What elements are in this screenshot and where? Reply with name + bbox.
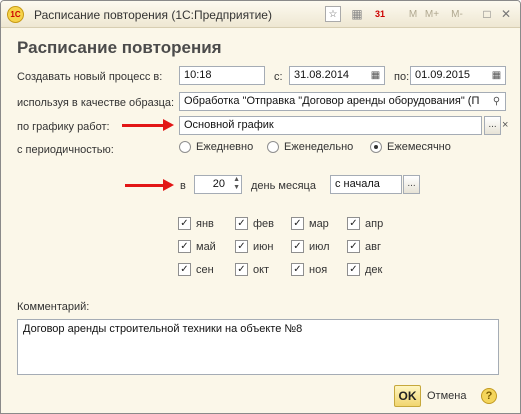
comment-label: Комментарий: (17, 301, 90, 313)
checkbox-box[interactable]: ✓ (347, 263, 360, 276)
dialog-window: 1С Расписание повторения (1С:Предприятие… (0, 0, 521, 414)
comment-field[interactable]: Договор аренды строительной техники на о… (17, 319, 499, 375)
title-bar: 1С Расписание повторения (1С:Предприятие… (1, 1, 520, 28)
month-label: окт (253, 263, 270, 276)
from-date-field[interactable]: 31.08.2014 ▦ (289, 66, 385, 85)
close-window-button[interactable]: ✕ (497, 5, 515, 23)
app-logo-icon: 1С (7, 6, 24, 23)
schedule-select-button[interactable]: ... (484, 116, 501, 135)
month-checkbox[interactable]: ✓ янв (178, 217, 214, 230)
window-title: Расписание повторения (1С:Предприятие) (34, 8, 272, 22)
month-checkbox[interactable]: ✓ сен (178, 263, 214, 276)
from-label: с: (274, 71, 283, 83)
memory-minus-icon[interactable]: M- (449, 7, 465, 23)
month-label: апр (365, 217, 384, 230)
radio-weekly[interactable]: Еженедельно (267, 141, 353, 153)
checkbox-box[interactable]: ✓ (235, 240, 248, 253)
page-title: Расписание повторения (17, 38, 222, 57)
checkbox-box[interactable]: ✓ (291, 217, 304, 230)
month-checkbox[interactable]: ✓ апр (347, 217, 383, 230)
calendar-icon[interactable]: 31 (372, 6, 388, 22)
checkbox-box[interactable]: ✓ (178, 217, 191, 230)
schedule-clear-icon[interactable]: × (502, 119, 508, 131)
month-label: янв (196, 217, 214, 230)
month-checkbox[interactable]: ✓ июн (235, 240, 273, 253)
memory-m-icon[interactable]: M (405, 7, 421, 23)
month-label: май (196, 240, 216, 253)
schedule-label: по графику работ: (17, 121, 110, 133)
create-label: Создавать новый процесс в: (17, 71, 163, 83)
sample-value: Обработка "Отправка "Договор аренды обор… (184, 95, 480, 107)
checkbox-box[interactable]: ✓ (235, 217, 248, 230)
radio-weekly-label: Еженедельно (284, 141, 354, 153)
radio-monthly-label: Ежемесячно (387, 141, 451, 153)
ok-button[interactable]: OK (394, 385, 421, 407)
month-checkbox[interactable]: ✓ ноя (291, 263, 327, 276)
month-checkbox[interactable]: ✓ мар (291, 217, 329, 230)
radio-daily-label: Ежедневно (196, 141, 254, 153)
search-icon[interactable]: ⚲ (489, 94, 504, 109)
time-field[interactable]: 10:18 (179, 66, 265, 85)
checkbox-box[interactable]: ✓ (235, 263, 248, 276)
help-icon[interactable]: ? (481, 388, 497, 404)
month-checkbox[interactable]: ✓ май (178, 240, 216, 253)
checkbox-box[interactable]: ✓ (178, 240, 191, 253)
month-label: июн (253, 240, 274, 253)
checkbox-box[interactable]: ✓ (347, 240, 360, 253)
checkbox-box[interactable]: ✓ (347, 217, 360, 230)
month-checkbox[interactable]: ✓ окт (235, 263, 269, 276)
month-label: сен (196, 263, 214, 276)
month-checkbox[interactable]: ✓ фев (235, 217, 274, 230)
radio-monthly-dot (370, 141, 382, 153)
month-checkbox[interactable]: ✓ дек (347, 263, 382, 276)
month-label: ноя (309, 263, 328, 276)
schedule-value: Основной график (184, 119, 274, 131)
day-prefix-label: в (180, 180, 186, 192)
day-value: 20 (212, 178, 225, 190)
memory-plus-icon[interactable]: M+ (424, 7, 440, 23)
to-date-field[interactable]: 01.09.2015 ▦ (410, 66, 506, 85)
cancel-button[interactable]: Отмена (427, 390, 466, 402)
radio-daily[interactable]: Ежедневно (179, 141, 253, 153)
radio-daily-dot (179, 141, 191, 153)
to-label: по: (394, 71, 410, 83)
month-checkbox[interactable]: ✓ авг (347, 240, 381, 253)
day-suffix-label: день месяца (251, 180, 316, 192)
periodicity-label: с периодичностью: (17, 144, 114, 156)
from-start-field[interactable]: с начала (330, 175, 402, 194)
month-label: мар (309, 217, 329, 230)
month-checkbox[interactable]: ✓ июл (291, 240, 330, 253)
favorite-star-icon[interactable]: ☆ (325, 6, 341, 22)
radio-weekly-dot (267, 141, 279, 153)
spinner-arrows-icon[interactable]: ▲ ▼ (233, 176, 240, 192)
sample-label: используя в качестве образца: (17, 97, 175, 109)
red-arrow-schedule (122, 119, 174, 131)
radio-monthly[interactable]: Ежемесячно (370, 141, 451, 153)
from-date-value: 31.08.2014 (294, 69, 350, 81)
red-arrow-day (125, 179, 174, 191)
month-label: авг (365, 240, 381, 253)
comment-value: Договор аренды строительной техники на о… (23, 323, 303, 335)
month-label: фев (253, 217, 275, 230)
calendar-picker-icon[interactable]: ▦ (489, 68, 504, 83)
sample-field[interactable]: Обработка "Отправка "Договор аренды обор… (179, 92, 506, 111)
month-label: июл (309, 240, 330, 253)
schedule-field[interactable]: Основной график (179, 116, 482, 135)
to-date-value: 01.09.2015 (415, 69, 471, 81)
restore-window-button[interactable]: □ (478, 5, 496, 23)
day-spinner[interactable]: 20 ▲ ▼ (194, 175, 242, 194)
checkbox-box[interactable]: ✓ (291, 263, 304, 276)
checkbox-box[interactable]: ✓ (178, 263, 191, 276)
month-label: дек (365, 263, 383, 276)
from-start-select-button[interactable]: ... (403, 175, 420, 194)
grid-icon[interactable]: ▦ (349, 6, 365, 22)
calendar-picker-icon[interactable]: ▦ (368, 68, 383, 83)
checkbox-box[interactable]: ✓ (291, 240, 304, 253)
